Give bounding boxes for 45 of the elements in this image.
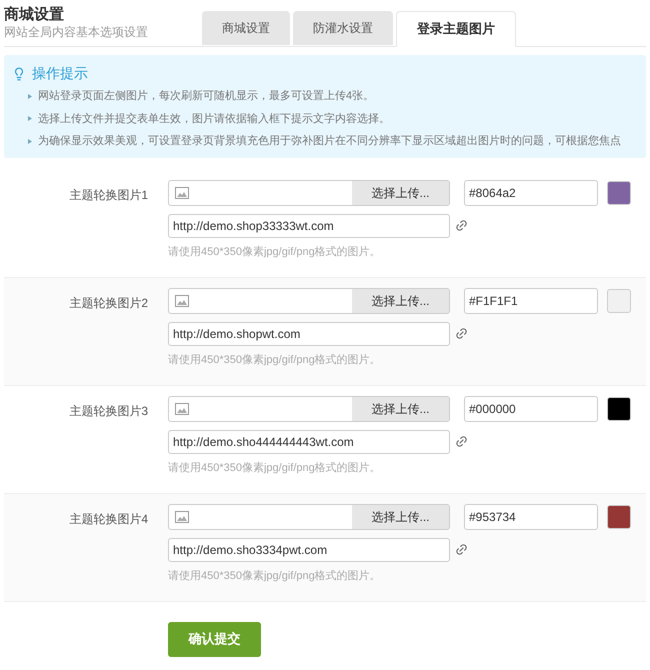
file-upload-field[interactable]: 选择上传... — [168, 504, 450, 530]
upload-button[interactable]: 选择上传... — [352, 180, 449, 204]
tips-title: 操作提示 — [32, 64, 88, 83]
field-label: 主题轮换图片1 — [68, 186, 148, 204]
hint-text: 请使用450*350像素jpg/gif/png格式的图片。 — [168, 244, 382, 260]
tab[interactable]: 防灌水设置 — [293, 11, 393, 45]
url-input-field[interactable]: http://demo.shopwt.com — [168, 322, 450, 346]
image-icon — [175, 510, 189, 522]
field-label: 主题轮换图片3 — [68, 402, 148, 420]
field-label: 主题轮换图片4 — [68, 510, 148, 528]
upload-button[interactable]: 选择上传... — [352, 504, 449, 528]
hint-text: 请使用450*350像素jpg/gif/png格式的图片。 — [168, 460, 382, 476]
page-subtitle: 网站全局内容基本选项设置 — [4, 24, 149, 40]
upload-button[interactable]: 选择上传... — [352, 396, 449, 420]
image-icon — [175, 294, 189, 306]
color-input-field[interactable]: #8064a2 — [464, 180, 598, 206]
hint-text: 请使用450*350像素jpg/gif/png格式的图片。 — [168, 568, 382, 584]
url-input-field[interactable]: http://demo.sho3334pwt.com — [168, 538, 450, 562]
file-upload-field[interactable]: 选择上传... — [168, 396, 450, 422]
color-input-field[interactable]: #F1F1F1 — [464, 288, 598, 314]
bullet-icon — [28, 138, 32, 144]
tab[interactable]: 登录主题图片 — [396, 11, 516, 47]
image-icon — [175, 402, 189, 414]
tip-text: 网站登录页面左侧图片，每次刷新可随机显示，最多可设置上传4张。 — [38, 88, 374, 104]
lightbulb-icon — [12, 66, 26, 80]
upload-button[interactable]: 选择上传... — [352, 288, 449, 312]
hint-text: 请使用450*350像素jpg/gif/png格式的图片。 — [168, 352, 382, 368]
color-input-field[interactable]: #953734 — [464, 504, 598, 530]
field-label: 主题轮换图片2 — [68, 294, 148, 312]
url-input-field[interactable]: http://demo.shop33333wt.com — [168, 214, 450, 238]
color-input-field[interactable]: #000000 — [464, 396, 598, 422]
color-swatch[interactable] — [607, 180, 631, 204]
tip-text: 选择上传文件并提交表单生效，图片请依据输入框下提示文字内容选择。 — [38, 112, 390, 126]
tab[interactable]: 商城设置 — [202, 11, 290, 45]
color-swatch[interactable] — [607, 504, 631, 528]
color-swatch[interactable] — [607, 396, 631, 420]
file-upload-field[interactable]: 选择上传... — [168, 180, 450, 206]
bullet-icon — [28, 116, 32, 122]
page-title: 商城设置 — [4, 6, 65, 24]
bullet-icon — [28, 94, 32, 99]
tip-text: 为确保显示效果美观，可设置登录页背景填充色用于弥补图片在不同分辨率下显示区域超出图片时的问题，可根据您焦点 — [38, 134, 621, 149]
file-upload-field[interactable]: 选择上传... — [168, 288, 450, 314]
color-swatch[interactable] — [607, 288, 631, 312]
image-icon — [175, 186, 189, 198]
url-input-field[interactable]: http://demo.sho444444443wt.com — [168, 430, 450, 454]
